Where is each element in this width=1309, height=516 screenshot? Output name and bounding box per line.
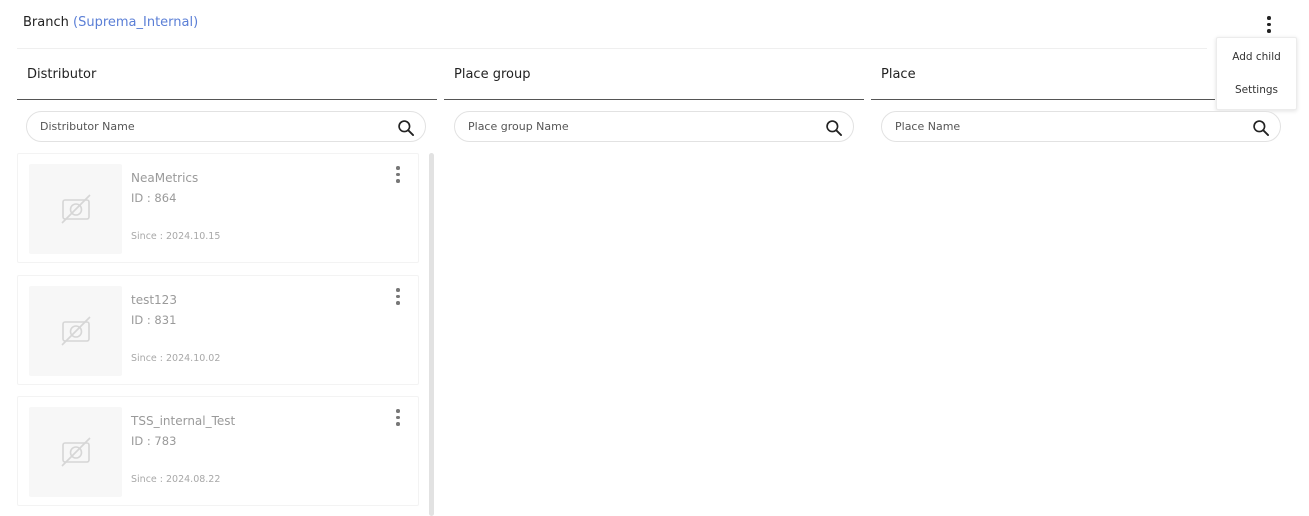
more-vertical-icon <box>391 163 405 183</box>
column-distributor: Distributor <box>17 54 437 100</box>
distributor-list: NeaMetrics ID : 864 Since : 2024.10.15 t… <box>17 153 423 516</box>
card-more-button[interactable] <box>391 285 405 305</box>
distributor-name: NeaMetrics <box>131 171 199 185</box>
column-title: Place group <box>454 67 531 82</box>
column-place: Place <box>871 54 1215 100</box>
more-vertical-icon <box>1259 13 1279 33</box>
header-divider <box>17 48 1207 49</box>
distributor-id: ID : 831 <box>131 313 177 327</box>
search-placeholder: Place Name <box>895 120 961 133</box>
place-group-search-input[interactable]: Place group Name <box>454 111 854 142</box>
more-vertical-icon <box>391 285 405 305</box>
distributor-card[interactable]: test123 ID : 831 Since : 2024.10.02 <box>17 275 419 385</box>
card-more-button[interactable] <box>391 163 405 183</box>
search-icon[interactable] <box>824 118 844 138</box>
column-title: Place <box>881 67 916 82</box>
distributor-card[interactable]: TSS_internal_Test ID : 783 Since : 2024.… <box>17 396 419 506</box>
card-more-button[interactable] <box>391 406 405 426</box>
distributor-id: ID : 783 <box>131 434 177 448</box>
distributor-search-input[interactable]: Distributor Name <box>26 111 426 142</box>
no-image-icon <box>61 316 91 346</box>
distributor-name: TSS_internal_Test <box>131 414 236 428</box>
distributor-since: Since : 2024.10.15 <box>131 231 221 242</box>
no-image-icon <box>61 194 91 224</box>
distributor-id: ID : 864 <box>131 191 177 205</box>
distributor-since: Since : 2024.10.02 <box>131 353 221 364</box>
place-search-input[interactable]: Place Name <box>881 111 1281 142</box>
no-image-icon <box>61 437 91 467</box>
more-options-button[interactable] <box>1259 13 1279 35</box>
distributor-thumbnail <box>29 407 122 497</box>
distributor-thumbnail <box>29 164 122 254</box>
more-vertical-icon <box>391 406 405 426</box>
search-icon[interactable] <box>396 118 416 138</box>
menu-item-add-child[interactable]: Add child <box>1217 51 1296 63</box>
distributor-name: test123 <box>131 293 177 307</box>
distributor-since: Since : 2024.08.22 <box>131 474 221 485</box>
search-icon[interactable] <box>1251 118 1271 138</box>
search-placeholder: Distributor Name <box>40 120 135 133</box>
distributor-card[interactable]: NeaMetrics ID : 864 Since : 2024.10.15 <box>17 153 419 263</box>
column-place-group: Place group <box>444 54 864 100</box>
search-placeholder: Place group Name <box>468 120 569 133</box>
column-title: Distributor <box>27 67 97 82</box>
page-header: Branch (Suprema_Internal) <box>23 15 198 30</box>
menu-item-settings[interactable]: Settings <box>1217 84 1296 96</box>
organization-name: (Suprema_Internal) <box>73 15 199 30</box>
list-scrollbar[interactable] <box>429 153 434 516</box>
header-label: Branch <box>23 15 69 30</box>
options-menu: Add child Settings <box>1216 37 1297 110</box>
distributor-thumbnail <box>29 286 122 376</box>
